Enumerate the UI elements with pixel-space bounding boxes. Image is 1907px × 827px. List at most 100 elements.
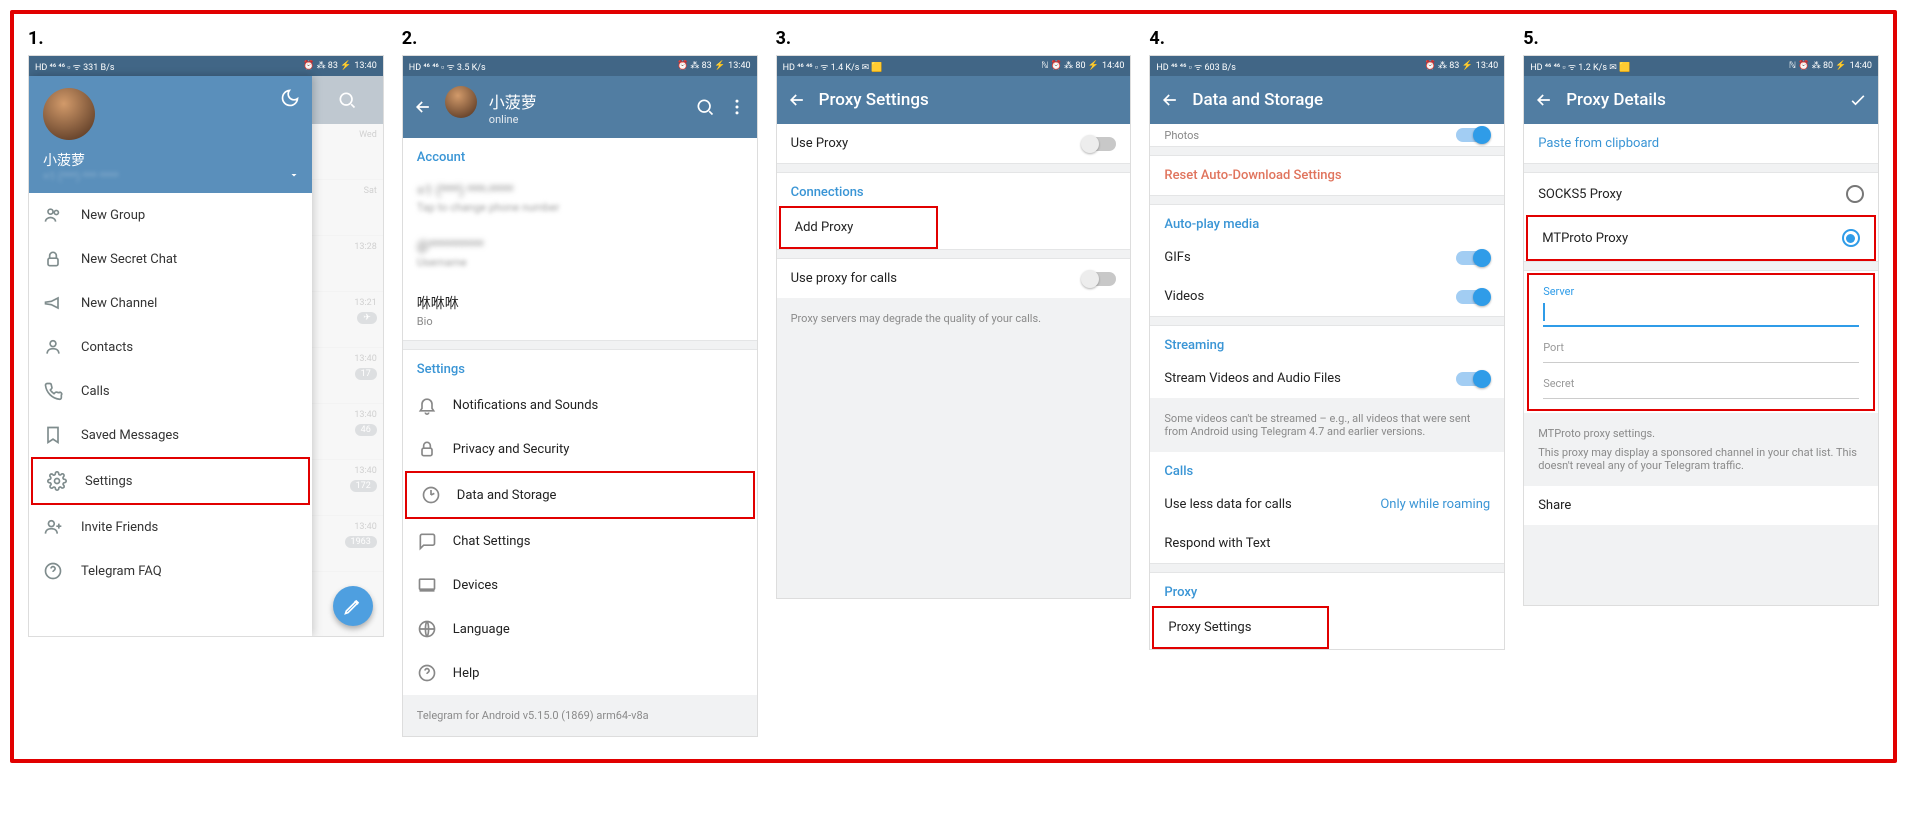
drawer-invite-friends[interactable]: Invite Friends <box>29 505 312 549</box>
drawer-username: 小菠萝 <box>43 150 298 170</box>
row-photos[interactable]: Photos <box>1150 124 1504 146</box>
row-use-proxy[interactable]: Use Proxy <box>777 124 1131 163</box>
row-share[interactable]: Share <box>1524 486 1878 525</box>
drawer-telegram-faq[interactable]: Telegram FAQ <box>29 549 312 593</box>
server-input[interactable] <box>1543 298 1859 327</box>
row-add-proxy[interactable]: Add Proxy <box>779 206 938 249</box>
row-chat-settings[interactable]: Chat Settings <box>403 519 757 563</box>
drawer-settings[interactable]: Settings <box>31 457 310 505</box>
compose-fab[interactable] <box>333 586 373 626</box>
secret-input[interactable] <box>1543 390 1859 399</box>
row-proxy-settings[interactable]: Proxy Settings <box>1152 606 1329 649</box>
radio-socks5 <box>1846 185 1864 203</box>
drawer-new-group[interactable]: New Group <box>29 193 312 237</box>
row-language[interactable]: Language <box>403 607 757 651</box>
row-socks5[interactable]: SOCKS5 Proxy <box>1524 173 1878 215</box>
step-3-label: 3. <box>776 28 1132 49</box>
step-2-label: 2. <box>402 28 758 49</box>
profile-header: 小菠萝 online <box>403 76 757 138</box>
night-mode-icon[interactable] <box>280 88 300 108</box>
drawer-phone: +1 (***) *** **** <box>43 170 298 183</box>
proxy-hint: Proxy servers may degrade the quality of… <box>777 298 1131 598</box>
account-header: Account <box>403 138 757 171</box>
row-help[interactable]: Help <box>403 651 757 695</box>
step-4-label: 4. <box>1149 28 1505 49</box>
row-respond-text[interactable]: Respond with Text <box>1150 524 1504 563</box>
back-icon[interactable] <box>787 90 807 110</box>
phone-5: HD ⁴⁶ ⁴⁶ ▫ ᯤ 1.2 K/s ✉ 🟨ℕ ⏰ ⁂ 80 ⚡14:40 … <box>1523 55 1879 606</box>
row-devices[interactable]: Devices <box>403 563 757 607</box>
title: Proxy Details <box>1566 90 1836 110</box>
toggle-photos <box>1456 128 1490 142</box>
back-icon[interactable] <box>1534 90 1554 110</box>
empty-footer <box>1524 525 1878 605</box>
back-icon[interactable] <box>1160 90 1180 110</box>
row-use-less-data[interactable]: Use less data for callsOnly while roamin… <box>1150 485 1504 524</box>
profile-status: online <box>489 113 683 126</box>
mtproto-info: MTProto proxy settings. This proxy may d… <box>1524 413 1878 486</box>
stream-hint: Some videos can't be streamed – e.g., al… <box>1150 398 1504 452</box>
step-1-label: 1. <box>28 28 384 49</box>
chevron-down-icon[interactable] <box>288 169 300 181</box>
title: Proxy Settings <box>819 90 1121 110</box>
row-videos[interactable]: Videos <box>1150 277 1504 316</box>
drawer-new-channel[interactable]: New Channel <box>29 281 312 325</box>
phone-3: HD ⁴⁶ ⁴⁶ ▫ ᯤ 1.4 K/s ✉ 🟨ℕ ⏰ ⁂ 80 ⚡14:40 … <box>776 55 1132 599</box>
row-notifications[interactable]: Notifications and Sounds <box>403 383 757 427</box>
toggle-proxy-calls <box>1082 272 1116 286</box>
row-reset-autodownload[interactable]: Reset Auto-Download Settings <box>1150 156 1504 195</box>
row-paste-clipboard[interactable]: Paste from clipboard <box>1524 124 1878 163</box>
port-label: Port <box>1543 341 1859 354</box>
proxy-section-header: Proxy <box>1150 573 1504 606</box>
server-label: Server <box>1543 285 1859 298</box>
drawer-calls[interactable]: Calls <box>29 369 312 413</box>
avatar[interactable] <box>43 88 95 140</box>
appbar-proxy-details: Proxy Details <box>1524 76 1878 124</box>
title: Data and Storage <box>1192 90 1494 110</box>
phone-2: HD ⁴⁶ ⁴⁶ ▫ ᯤ 3.5 K/s⏰ ⁂ 83 ⚡13:40 小菠萝 on… <box>402 55 758 737</box>
autoplay-header: Auto-play media <box>1150 205 1504 238</box>
row-data-storage[interactable]: Data and Storage <box>405 471 755 519</box>
search-icon[interactable] <box>337 90 357 110</box>
statusbar: HD ⁴⁶ ⁴⁶ ▫ ᯤ 331 B/s ⏰ ⁂ 83 ⚡13:40 <box>29 56 383 76</box>
nav-drawer: 小菠萝 +1 (***) *** **** New Group New Secr… <box>29 76 312 636</box>
step-5-label: 5. <box>1523 28 1879 49</box>
input-server-group[interactable]: Server <box>1529 275 1873 331</box>
avatar[interactable] <box>445 86 477 118</box>
row-privacy[interactable]: Privacy and Security <box>403 427 757 471</box>
appbar-proxy-settings: Proxy Settings <box>777 76 1131 124</box>
version-footer: Telegram for Android v5.15.0 (1869) arm6… <box>403 695 757 736</box>
confirm-icon[interactable] <box>1848 90 1868 110</box>
phone-4: HD ⁴⁶ ⁴⁶ ▫ ᯤ 603 B/s⏰ ⁂ 83 ⚡13:40 Data a… <box>1149 55 1505 650</box>
calls-header: Calls <box>1150 452 1504 485</box>
toggle-use-proxy <box>1082 137 1116 151</box>
drawer-new-secret-chat[interactable]: New Secret Chat <box>29 237 312 281</box>
port-input[interactable] <box>1543 354 1859 363</box>
tutorial-frame: 1. HD ⁴⁶ ⁴⁶ ▫ ᯤ 331 B/s ⏰ ⁂ 83 ⚡13:40 小菠… <box>10 10 1897 763</box>
row-phone[interactable]: +1 (***) ***-****Tap to change phone num… <box>403 171 757 226</box>
row-use-proxy-calls[interactable]: Use proxy for calls <box>777 259 1131 298</box>
streaming-header: Streaming <box>1150 326 1504 359</box>
back-icon[interactable] <box>413 97 433 117</box>
secret-label: Secret <box>1543 377 1859 390</box>
toggle-gifs <box>1456 251 1490 265</box>
drawer-saved-messages[interactable]: Saved Messages <box>29 413 312 457</box>
appbar-data-storage: Data and Storage <box>1150 76 1504 124</box>
more-icon[interactable] <box>727 97 747 117</box>
profile-name: 小菠萝 <box>489 89 683 113</box>
connections-header: Connections <box>777 173 1131 206</box>
row-bio[interactable]: 咻咻咻Bio <box>403 281 757 340</box>
radio-mtproto <box>1842 229 1860 247</box>
row-mtproto[interactable]: MTProto Proxy <box>1526 215 1876 261</box>
row-username[interactable]: @*********Username <box>403 226 757 281</box>
search-icon[interactable] <box>695 97 715 117</box>
row-gifs[interactable]: GIFs <box>1150 238 1504 277</box>
input-port-group[interactable]: Port <box>1529 331 1873 367</box>
input-secret-group[interactable]: Secret <box>1529 367 1873 403</box>
toggle-stream <box>1456 372 1490 386</box>
chat-list-backdrop: Wed Sat 13:28 13:21✈ 13:4017 13:4046 13:… <box>312 76 383 636</box>
toggle-videos <box>1456 290 1490 304</box>
row-stream[interactable]: Stream Videos and Audio Files <box>1150 359 1504 398</box>
settings-header: Settings <box>403 350 757 383</box>
drawer-contacts[interactable]: Contacts <box>29 325 312 369</box>
